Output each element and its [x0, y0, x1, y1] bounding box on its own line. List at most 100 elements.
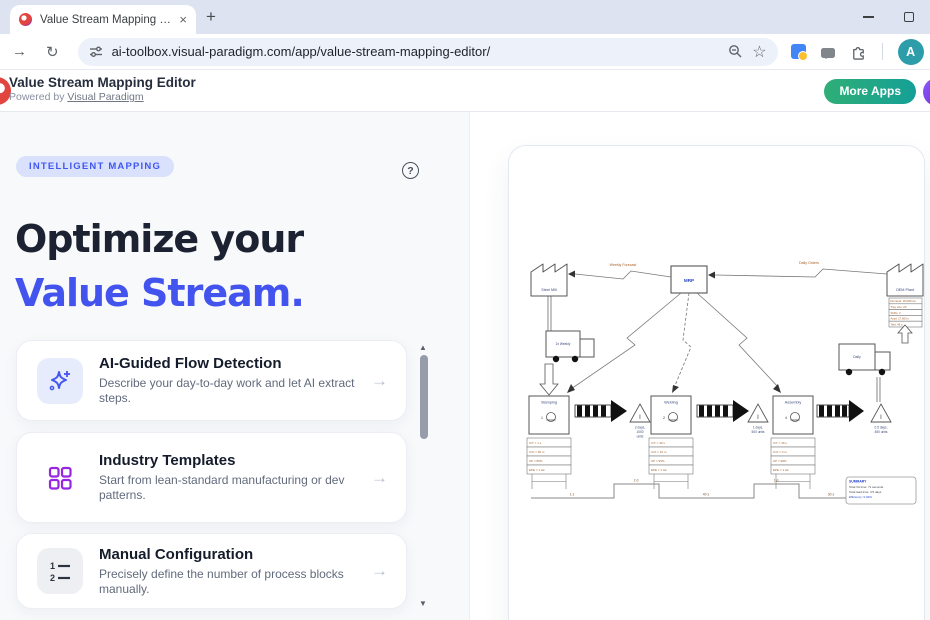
page-title-line1: Optimize your	[15, 212, 304, 266]
svg-text:500 units: 500 units	[752, 430, 765, 434]
powered-prefix: Powered by	[9, 91, 67, 103]
scrollbar-up-icon[interactable]: ▲	[419, 343, 427, 352]
templates-grid-icon	[37, 455, 83, 501]
svg-text:1 s: 1 s	[570, 493, 575, 497]
sparkle-ai-icon	[37, 358, 83, 404]
extensions-puzzle-icon[interactable]	[850, 43, 867, 60]
svg-text:Takt: 45 s: Takt: 45 s	[891, 322, 904, 326]
forward-button[interactable]: →	[12, 43, 27, 60]
daily-orders-flow: Daily Orders	[708, 261, 887, 279]
zoom-out-icon[interactable]	[728, 44, 743, 59]
url-text[interactable]: ai-toolbox.visual-paradigm.com/app/value…	[112, 44, 720, 59]
daily-truck: Daily	[839, 325, 912, 402]
numbered-list-icon: 1 2	[37, 548, 83, 594]
extension-colorful-icon[interactable]	[791, 44, 806, 59]
svg-text:C/O = 0 m: C/O = 0 m	[773, 450, 787, 454]
svg-text:1000: 1000	[636, 430, 643, 434]
svg-text:UP = 85%: UP = 85%	[529, 459, 543, 463]
user-avatar[interactable]	[923, 78, 930, 106]
oem-plant-factory: OEM Plant	[887, 264, 923, 296]
tab-title: Value Stream Mapping Editor	[40, 14, 173, 26]
svg-text:2: 2	[663, 416, 665, 420]
svg-text:Total VA time: 71 seconds: Total VA time: 71 seconds	[849, 485, 884, 489]
svg-text:Weekly Forecast: Weekly Forecast	[610, 263, 637, 267]
site-settings-icon[interactable]	[89, 45, 103, 59]
weekly-truck: 2x Weekly	[540, 296, 594, 395]
tab-strip: Value Stream Mapping Editor × +	[0, 0, 930, 34]
visual-paradigm-link[interactable]: Visual Paradigm	[67, 91, 143, 103]
svg-text:OEM Plant: OEM Plant	[896, 288, 915, 292]
svg-text:EPE = 1 wk: EPE = 1 wk	[651, 468, 667, 472]
svg-text:2x Weekly: 2x Weekly	[556, 342, 571, 346]
svg-text:Stamping: Stamping	[541, 401, 557, 405]
address-bar[interactable]: ai-toolbox.visual-paradigm.com/app/value…	[78, 38, 778, 66]
svg-text:Daily Orders: Daily Orders	[799, 261, 819, 265]
svg-text:Tray size: 20: Tray size: 20	[891, 305, 907, 309]
svg-text:2 d: 2 d	[634, 479, 639, 483]
browser-profile-avatar[interactable]: A	[898, 39, 924, 65]
chevron-right-icon[interactable]: →	[371, 371, 388, 391]
oem-data-box: Demand: 18,000/mo Tray size: 20 Shifts: …	[889, 298, 922, 327]
svg-text:Daily: Daily	[853, 355, 861, 359]
svg-text:1: 1	[50, 561, 55, 571]
card-manual-configuration[interactable]: 1 2 Manual Configuration Precisely defin…	[16, 533, 407, 609]
svg-text:450 units: 450 units	[875, 430, 888, 434]
process-welding: Welding 2 C/T = 40 s C/O = 10 m UP = 95%…	[649, 396, 693, 489]
card-desc: Describe your day-to-day work and let AI…	[99, 376, 361, 406]
svg-text:C/T = 1 s: C/T = 1 s	[529, 441, 542, 445]
svg-text:UP = 98%: UP = 98%	[773, 459, 787, 463]
svg-text:units: units	[637, 435, 644, 439]
svg-text:Steel Mill: Steel Mill	[541, 288, 557, 292]
svg-text:Avail: 27,600 s: Avail: 27,600 s	[891, 317, 910, 321]
svg-text:1 days,: 1 days,	[753, 426, 763, 430]
page-title-line2: Value Stream.	[15, 266, 304, 320]
preview-panel: Steel Mill MRP OEM Plant Weekly Fo	[470, 112, 930, 620]
intelligent-mapping-badge: INTELLIGENT MAPPING	[16, 156, 174, 177]
vsm-preview-card: Steel Mill MRP OEM Plant Weekly Fo	[508, 145, 925, 620]
process-stamping: Stamping 1 C/T = 1 s C/O = 60 m UP = 85%…	[527, 396, 571, 489]
browser-tab[interactable]: Value Stream Mapping Editor ×	[10, 5, 196, 34]
browser-toolbar: → ↻ ai-toolbox.visual-paradigm.com/app/v…	[0, 34, 930, 70]
svg-text:C/T = 40 s: C/T = 40 s	[651, 441, 665, 445]
powered-by: Powered by Visual Paradigm	[9, 91, 196, 103]
app-title: Value Stream Mapping Editor	[9, 75, 196, 90]
new-tab-button[interactable]: +	[206, 7, 216, 27]
help-icon[interactable]: ?	[402, 162, 419, 179]
card-industry-templates[interactable]: Industry Templates Start from lean-stand…	[16, 432, 407, 523]
svg-text:2: 2	[50, 573, 55, 583]
scrollbar-thumb[interactable]	[420, 355, 428, 439]
reload-button[interactable]: ↻	[46, 43, 59, 61]
site-favicon-icon	[19, 13, 32, 26]
card-title: Manual Configuration	[99, 546, 365, 563]
svg-text:Assembly: Assembly	[785, 401, 802, 405]
push-arrow	[817, 400, 864, 422]
left-panel: INTELLIGENT MAPPING ? Optimize your Valu…	[0, 112, 470, 620]
inventory-triangle-1: I 2 days, 1000 units	[630, 404, 650, 439]
chevron-right-icon[interactable]: →	[371, 561, 388, 581]
mrp-schedule-arrows	[567, 293, 781, 393]
chevron-right-icon[interactable]: →	[371, 468, 388, 488]
tab-close-icon[interactable]: ×	[179, 12, 187, 27]
card-desc: Start from lean-standard manufacturing o…	[99, 473, 361, 503]
summary-box: SUMMARY Total VA time: 71 seconds Total …	[846, 477, 916, 504]
svg-text:Shifts: 2: Shifts: 2	[891, 311, 902, 315]
steel-mill-factory: Steel Mill	[531, 264, 567, 296]
card-ai-guided-flow-detection[interactable]: AI-Guided Flow Detection Describe your d…	[16, 340, 407, 421]
mrp-box: MRP	[671, 266, 707, 293]
svg-text:Welding: Welding	[664, 401, 678, 405]
window-minimize-button[interactable]	[863, 16, 874, 18]
window-maximize-button[interactable]	[904, 12, 914, 22]
svg-text:MRP: MRP	[684, 278, 694, 283]
svg-text:UP = 95%: UP = 95%	[651, 459, 665, 463]
svg-text:C/T = 30 s: C/T = 30 s	[773, 441, 787, 445]
bookmark-star-icon[interactable]: ☆	[752, 42, 766, 62]
inventory-triangle-2: I 1 days, 500 units	[748, 404, 768, 434]
feedback-chat-icon[interactable]	[821, 48, 835, 58]
more-apps-button[interactable]: More Apps	[824, 79, 916, 104]
svg-text:Efficiency: 0.02%: Efficiency: 0.02%	[849, 495, 872, 499]
inventory-triangle-3: I 0.5 days, 450 units	[871, 404, 891, 434]
scrollbar-down-icon[interactable]: ▼	[419, 599, 427, 608]
svg-text:C/O = 10 m: C/O = 10 m	[651, 450, 667, 454]
weekly-forecast-flow: Weekly Forecast	[568, 263, 671, 279]
svg-text:2 days,: 2 days,	[635, 426, 645, 430]
